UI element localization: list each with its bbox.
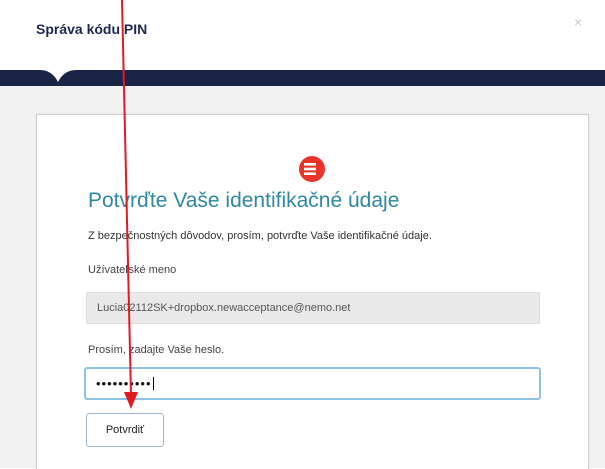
password-mask: •••••••••• — [96, 376, 152, 391]
username-field: Lucia02112SK+dropbox.newacceptance@nemo.… — [86, 292, 540, 324]
password-input[interactable]: •••••••••• — [84, 367, 541, 400]
close-icon[interactable]: × — [574, 14, 582, 30]
nav-notch — [40, 70, 76, 82]
card-subtitle: Z bezpečnostných dôvodov, prosím, potvrď… — [88, 230, 432, 242]
confirm-button[interactable]: Potvrdiť — [86, 413, 164, 447]
dialog-title: Správa kódu PIN — [36, 21, 148, 37]
text-caret — [152, 377, 154, 390]
username-label: Užívateľské meno — [88, 264, 177, 276]
brand-logo-icon — [299, 156, 325, 182]
password-label: Prosím, zadajte Vaše heslo. — [88, 344, 225, 356]
card-title: Potvrďte Vaše identifikačné údaje — [88, 189, 400, 212]
